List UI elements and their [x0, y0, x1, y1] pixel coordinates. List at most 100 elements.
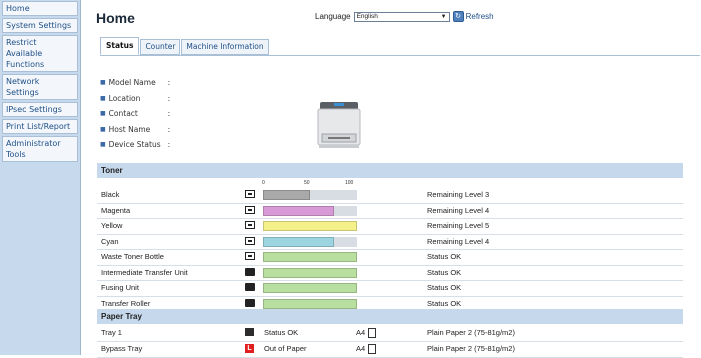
unit-icon: [245, 283, 255, 291]
row-status: Status OK: [427, 283, 462, 292]
chevron-down-icon: ▼: [440, 13, 447, 20]
row-status: Status OK: [427, 267, 462, 277]
level-bar-track: [263, 267, 357, 278]
level-bar-fill: [263, 190, 310, 200]
tray-ok-icon: [245, 328, 254, 336]
paper-size: A4: [356, 341, 377, 356]
info-label: Model Name: [108, 78, 156, 87]
sidebar-item-ipsec-settings[interactable]: IPsec Settings: [2, 102, 78, 117]
main-content: Home Language English ▼ ↻ Refresh Status…: [83, 0, 701, 358]
row-name: Bypass Tray: [101, 344, 143, 353]
level-bar-fill: [263, 221, 357, 231]
row-name: Black: [101, 190, 120, 199]
table-row: Black Remaining Level 3: [97, 187, 683, 204]
row-status: Status OK: [264, 328, 299, 337]
info-separator: :: [167, 124, 171, 134]
row-name: Waste Toner Bottle: [101, 252, 164, 261]
info-separator: :: [167, 109, 171, 118]
level-bar-track: [263, 236, 357, 247]
bullet-icon: ■: [100, 141, 106, 148]
table-row: Cyan Remaining Level 4: [97, 234, 683, 250]
info-row-model-name: ■ Model Name:: [100, 75, 170, 91]
paper-icon: [368, 343, 377, 354]
scale-label-0: 0: [262, 180, 265, 186]
info-label: Device Status: [108, 140, 161, 149]
info-row-location: ■ Location:: [100, 91, 170, 107]
level-bar-fill: [263, 252, 357, 262]
paper-size-label: A4: [356, 344, 366, 353]
level-bar-fill: [263, 267, 357, 278]
language-select[interactable]: English ▼: [353, 11, 450, 22]
info-label: Location: [108, 93, 141, 103]
refresh-button[interactable]: ↻ Refresh: [452, 11, 494, 22]
row-status: Remaining Level 3: [427, 190, 490, 199]
row-status: Out of Paper: [264, 344, 307, 353]
level-bar-track: [263, 283, 357, 293]
row-name: Yellow: [101, 221, 123, 230]
row-status: Remaining Level 5: [427, 221, 490, 230]
level-bar-fill: [263, 298, 357, 309]
sidebar-item-administrator-tools[interactable]: Administrator Tools: [2, 136, 78, 162]
table-row: Waste Toner Bottle Status OK: [97, 249, 683, 266]
level-bar-fill: [263, 205, 334, 216]
toner-icon: [245, 221, 255, 229]
toner-icon: [245, 205, 255, 214]
sidebar-item-restrict-available-functions[interactable]: Restrict Available Functions: [2, 35, 78, 72]
row-name: Magenta: [101, 205, 131, 215]
info-separator: :: [167, 93, 171, 103]
scale-label-50: 50: [304, 180, 310, 186]
level-bar-track: [263, 252, 357, 262]
toner-section-heading: Toner: [97, 163, 683, 178]
info-label: Contact: [108, 109, 138, 118]
paper-type: Plain Paper 2 (75-81g/m2): [427, 328, 515, 337]
info-row-device-status: ■ Device Status:: [100, 137, 170, 153]
bullet-icon: ■: [100, 79, 106, 86]
sidebar: Home System Settings Restrict Available …: [0, 0, 81, 355]
row-name: Intermediate Transfer Unit: [101, 267, 188, 277]
level-bar-track: [263, 190, 357, 200]
sidebar-item-system-settings[interactable]: System Settings: [2, 18, 78, 33]
table-row: Magenta Remaining Level 4: [97, 203, 683, 219]
scale-label-100: 100: [345, 180, 354, 186]
table-row: Intermediate Transfer Unit Status OK: [97, 265, 683, 281]
toner-icon: [245, 190, 255, 198]
toner-icon: [245, 236, 255, 245]
table-row-tray-1: Tray 1 Status OK A4 Plain Paper 2 (75-81…: [97, 325, 683, 342]
tab-machine-information[interactable]: Machine Information: [181, 39, 269, 55]
tab-counter[interactable]: Counter: [140, 39, 181, 55]
tab-divider: [100, 55, 700, 56]
paper-size-label: A4: [356, 328, 366, 337]
row-status: Status OK: [427, 252, 462, 261]
paper-type: Plain Paper 2 (75-81g/m2): [427, 344, 515, 353]
sidebar-item-network-settings[interactable]: Network Settings: [2, 74, 78, 100]
paper-icon: [368, 327, 377, 338]
tray-error-icon: L: [245, 344, 254, 353]
paper-tray-section-heading: Paper Tray: [97, 309, 683, 324]
bullet-icon: ■: [100, 94, 106, 102]
language-select-value: English: [356, 13, 378, 20]
page-title: Home: [96, 10, 135, 26]
sidebar-item-print-list-report[interactable]: Print List/Report: [2, 119, 78, 134]
tray-error-icon-letter: L: [245, 344, 254, 353]
tab-status[interactable]: Status: [100, 37, 140, 55]
info-row-contact: ■ Contact:: [100, 106, 170, 122]
language-selector-area: Language English ▼ ↻ Refresh: [315, 11, 494, 22]
printer-image: [317, 102, 361, 148]
row-status: Remaining Level 4: [427, 236, 490, 246]
table-row-bypass-tray: Bypass Tray L Out of Paper A4 Plain Pape…: [97, 341, 683, 358]
level-bar-fill: [263, 283, 357, 293]
tab-bar: Status Counter Machine Information: [100, 37, 270, 55]
level-bar-fill: [263, 236, 334, 247]
refresh-label: Refresh: [465, 12, 494, 21]
device-info: ■ Model Name: ■ Location: ■ Contact: ■ Host …: [100, 75, 170, 153]
unit-icon: [245, 298, 255, 307]
paper-size: A4: [356, 325, 377, 340]
bullet-icon: ■: [100, 110, 106, 117]
refresh-icon: ↻: [452, 11, 464, 22]
row-name: Cyan: [101, 236, 119, 246]
unit-icon: [245, 267, 255, 276]
table-row: Fusing Unit Status OK: [97, 280, 683, 297]
info-separator: :: [167, 140, 171, 149]
row-name: Fusing Unit: [101, 283, 139, 292]
sidebar-item-home[interactable]: Home: [2, 1, 78, 16]
